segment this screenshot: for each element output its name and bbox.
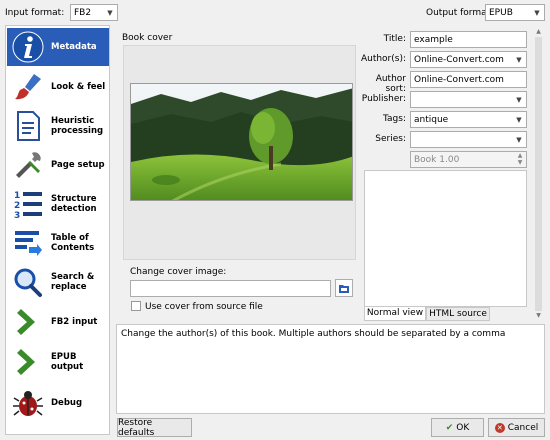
help-text: Change the author(s) of this book. Multi… (121, 329, 506, 339)
sidebar-item-label: Structure detection (51, 194, 97, 214)
scrollbar[interactable]: ▲ ▼ (534, 28, 543, 320)
spinner-arrows-icon: ▲ ▼ (517, 152, 523, 166)
folder-icon (339, 285, 349, 293)
restore-defaults-button[interactable]: Restore defaults (117, 418, 192, 438)
sidebar-item-label: Search & replace (51, 272, 95, 292)
sidebar-item-structure[interactable]: 123 Structure detection (7, 185, 109, 223)
sidebar-item-heuristic[interactable]: Heuristic processing (7, 107, 109, 145)
sidebar-item-label: Heuristic processing (51, 116, 104, 136)
arrow-right-icon (10, 344, 46, 380)
svg-text:3: 3 (14, 211, 20, 220)
sidebar-item-look-feel[interactable]: Look & feel (7, 68, 109, 106)
sidebar-item-label: Table of Contents (51, 233, 95, 253)
ok-button[interactable]: ✔ OK (431, 418, 484, 437)
title-label: Title: (383, 34, 406, 44)
input-format-label: Input format: (5, 8, 65, 18)
toc-icon (10, 225, 46, 261)
output-format-label: Output format: (426, 8, 494, 18)
output-format-value: EPUB (489, 7, 513, 18)
brush-icon (10, 69, 46, 105)
series-select[interactable]: ▼ (410, 131, 527, 148)
use-source-cover-label: Use cover from source file (145, 302, 263, 312)
tab-normal-view[interactable]: Normal view (364, 307, 426, 321)
tags-select[interactable]: antique ▼ (410, 111, 527, 128)
sidebar-item-label: Page setup (51, 160, 105, 170)
change-cover-label: Change cover image: (130, 267, 227, 277)
sidebar-item-fb2-input[interactable]: FB2 input (7, 303, 109, 341)
chevron-down-icon: ▼ (107, 8, 113, 17)
svg-text:1: 1 (14, 191, 20, 201)
numbered-list-icon: 123 (10, 186, 46, 222)
sidebar: Metadata Look & feel Heuristic processin… (5, 25, 110, 435)
info-icon (10, 29, 46, 65)
series-label: Series: (375, 134, 406, 144)
sidebar-item-label: Debug (51, 398, 83, 408)
checkmark-icon: ✔ (445, 422, 454, 433)
chevron-down-icon: ▼ (534, 8, 540, 17)
magnifier-icon (10, 264, 46, 300)
book-cover-group-title: Book cover (122, 33, 173, 43)
cancel-button[interactable]: ✕ Cancel (488, 418, 545, 437)
publisher-label: Publisher: (361, 94, 406, 104)
sidebar-item-label: EPUB output (51, 352, 84, 372)
publisher-select[interactable]: ▼ (410, 91, 527, 108)
authors-select[interactable]: Online-Convert.com ▼ (410, 51, 527, 68)
chevron-down-icon: ▼ (516, 55, 522, 64)
author-sort-input[interactable]: Online-Convert.com (410, 71, 527, 88)
output-format-select[interactable]: EPUB ▼ (485, 4, 545, 21)
bug-icon (10, 385, 46, 421)
tags-label: Tags: (383, 114, 406, 124)
scroll-up-icon[interactable]: ▲ (534, 28, 543, 36)
browse-cover-button[interactable] (335, 279, 353, 297)
sidebar-item-search-replace[interactable]: Search & replace (7, 263, 109, 301)
input-format-value: FB2 (74, 7, 92, 18)
scroll-down-icon[interactable]: ▼ (534, 312, 543, 320)
cover-path-input[interactable] (130, 280, 331, 297)
sidebar-item-label: Metadata (51, 42, 97, 52)
sidebar-item-epub-output[interactable]: EPUB output (7, 343, 109, 381)
sidebar-item-toc[interactable]: Table of Contents (7, 224, 109, 262)
chevron-down-icon: ▼ (516, 115, 522, 124)
title-input[interactable]: example (410, 31, 527, 48)
tools-icon (10, 147, 46, 183)
authors-label: Author(s): (360, 54, 406, 64)
comments-editor[interactable] (364, 170, 527, 307)
scrollbar-thumb[interactable] (535, 37, 542, 311)
input-format-select[interactable]: FB2 ▼ (70, 4, 118, 21)
author-sort-label: Author sort: (375, 74, 406, 94)
series-index-spinbox[interactable]: Book 1.00 ▲ ▼ (410, 151, 527, 168)
document-icon (10, 108, 46, 144)
sidebar-item-label: Look & feel (51, 82, 106, 92)
svg-text:2: 2 (14, 201, 20, 211)
help-text-box: Change the author(s) of this book. Multi… (116, 324, 545, 414)
sidebar-item-page-setup[interactable]: Page setup (7, 146, 109, 184)
cancel-x-icon: ✕ (494, 422, 505, 433)
chevron-down-icon: ▼ (516, 95, 522, 104)
tab-html-source[interactable]: HTML source (426, 307, 490, 321)
cover-image (130, 83, 353, 201)
sidebar-item-label: FB2 input (51, 317, 98, 327)
sidebar-item-debug[interactable]: Debug (7, 384, 109, 422)
arrow-right-icon (10, 304, 46, 340)
sidebar-item-metadata[interactable]: Metadata (7, 28, 109, 66)
chevron-down-icon: ▼ (516, 135, 522, 144)
use-source-cover-checkbox[interactable] (131, 301, 141, 311)
